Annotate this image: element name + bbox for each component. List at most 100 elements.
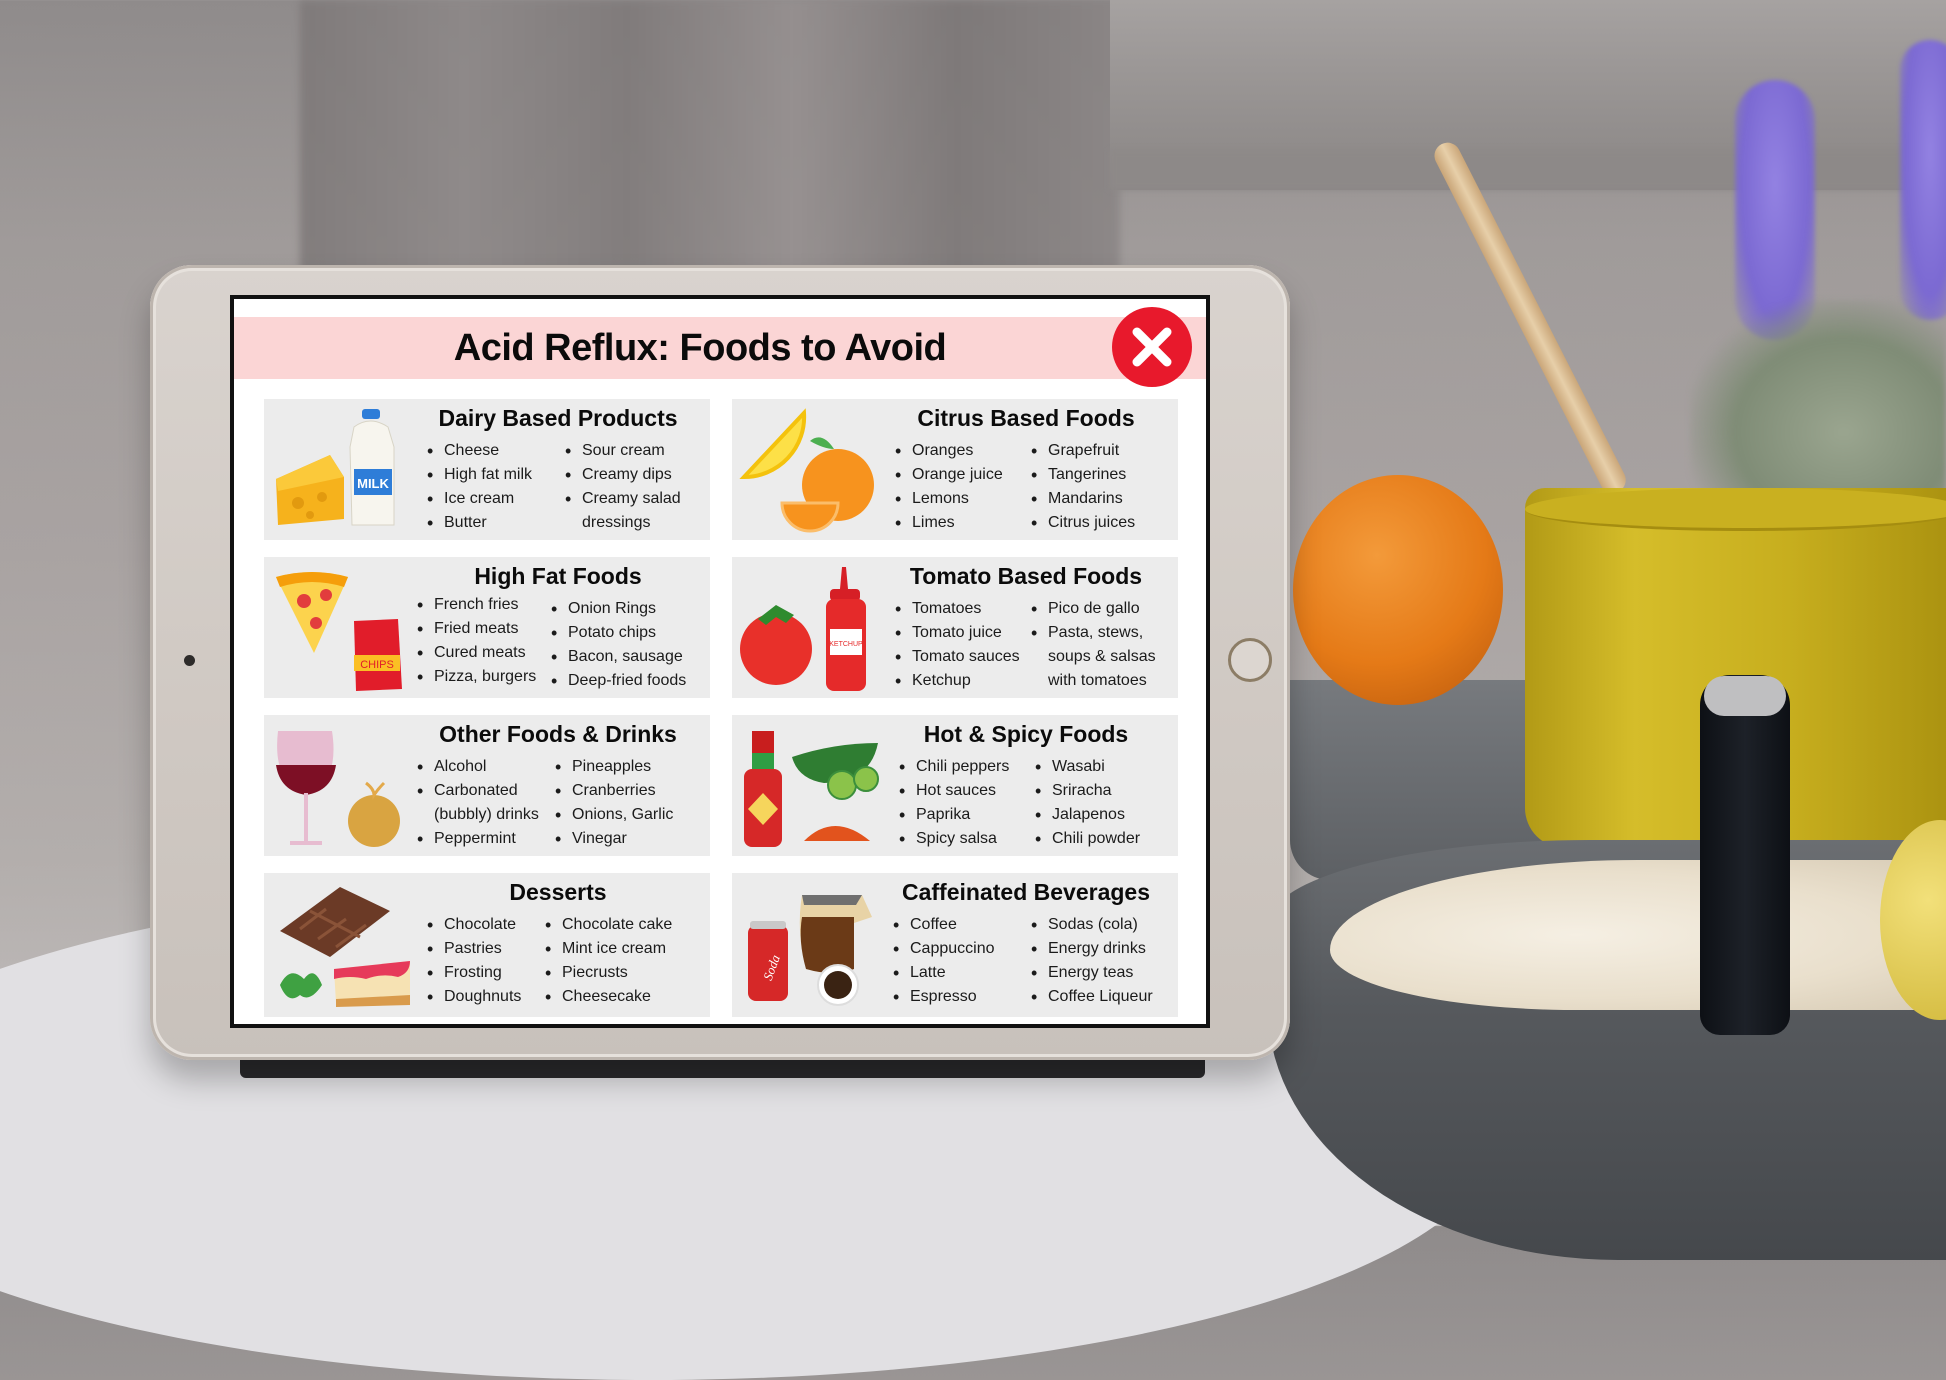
list-item: Tomato juice bbox=[892, 621, 1020, 645]
list-item: Onions, Garlic bbox=[552, 803, 673, 827]
chili-powder-icon bbox=[804, 826, 870, 841]
list-col2: Chocolate cake Mint ice cream Piecrusts … bbox=[542, 913, 672, 1009]
list-col2: Pico de gallo Pasta, stews, soups & sals… bbox=[1028, 597, 1156, 693]
list-item: Espresso bbox=[890, 985, 995, 1009]
list-col2: Onion Rings Potato chips Bacon, sausage … bbox=[548, 597, 686, 693]
list-item: Creamy dips bbox=[562, 463, 681, 487]
list-item: Chocolate cake bbox=[542, 913, 672, 937]
list-item: Latte bbox=[890, 961, 995, 985]
list-item: Spicy salsa bbox=[896, 827, 1009, 851]
section-caffeinated: Soda Caffeinated Beverages Coffee Cappuc… bbox=[732, 873, 1178, 1017]
page-title: Acid Reflux: Foods to Avoid bbox=[453, 326, 947, 369]
section-heading: High Fat Foods bbox=[474, 563, 642, 589]
list-item: Cheese bbox=[424, 439, 532, 463]
list-item: Onion Rings bbox=[548, 597, 686, 621]
list-item: Tomatoes bbox=[892, 597, 1020, 621]
list-item: Chili powder bbox=[1032, 827, 1140, 851]
home-button[interactable] bbox=[1228, 638, 1272, 682]
high-fat-illustration: CHIPS bbox=[276, 572, 402, 691]
svg-text:CHIPS: CHIPS bbox=[360, 659, 394, 671]
list-item: Sour cream bbox=[562, 439, 681, 463]
ketchup-bottle-icon: KETCHUP bbox=[826, 567, 866, 691]
mint-leaf-icon bbox=[280, 973, 322, 999]
wine-glass-icon bbox=[276, 731, 336, 845]
list-col2: Wasabi Sriracha Jalapenos Chili powder bbox=[1032, 755, 1140, 851]
section-tomato: KETCHUP Tomato Based Foods Tomatoes Toma… bbox=[732, 557, 1178, 698]
list-item: Coffee bbox=[890, 913, 995, 937]
list-item: Lemons bbox=[892, 487, 1003, 511]
list-item: Tomato sauces bbox=[892, 645, 1020, 669]
section-hot-spicy: Hot & Spicy Foods Chili peppers Hot sauc… bbox=[732, 715, 1178, 856]
list-col2: Sour cream Creamy dips Creamy salad dres… bbox=[562, 439, 681, 535]
list-item: Potato chips bbox=[548, 621, 686, 645]
tomato-illustration: KETCHUP bbox=[740, 567, 866, 691]
list-item: Creamy salad bbox=[562, 487, 681, 511]
list-item: Fried meats bbox=[414, 617, 536, 641]
cheese-icon bbox=[276, 455, 344, 525]
list-item: Hot sauces bbox=[896, 779, 1009, 803]
list-item: Frosting bbox=[424, 961, 521, 985]
spoon-cap bbox=[1704, 676, 1786, 716]
yellow-mug-rim bbox=[1525, 488, 1946, 531]
list-item: Limes bbox=[892, 511, 1003, 535]
list-item: French fries bbox=[414, 593, 536, 617]
list-item: Deep-fried foods bbox=[548, 669, 686, 693]
list-item: Doughnuts bbox=[424, 985, 521, 1009]
list-item: Butter bbox=[424, 511, 532, 535]
list-item: Ketchup bbox=[892, 669, 1020, 693]
list-item: Cappuccino bbox=[890, 937, 995, 961]
wooden-stick bbox=[1430, 138, 1631, 498]
list-item: Chili peppers bbox=[896, 755, 1009, 779]
section-heading: Tomato Based Foods bbox=[909, 563, 1143, 589]
list-item: Piecrusts bbox=[542, 961, 672, 985]
list-col1: Tomatoes Tomato juice Tomato sauces Ketc… bbox=[892, 597, 1020, 693]
svg-text:KETCHUP: KETCHUP bbox=[829, 641, 863, 648]
list-item: Mint ice cream bbox=[542, 937, 672, 961]
onion-icon bbox=[348, 781, 400, 847]
spoon-handle bbox=[1700, 675, 1790, 1035]
jalapeno-icon bbox=[792, 743, 879, 800]
caffeinated-illustration: Soda bbox=[748, 895, 872, 1006]
list-item: Wasabi bbox=[1032, 755, 1140, 779]
citrus-illustration bbox=[739, 408, 874, 533]
hot-sauce-bottle-icon bbox=[744, 731, 782, 847]
list-item: soups & salsas bbox=[1048, 648, 1156, 665]
background-window-sill bbox=[1110, 150, 1946, 190]
list-item: High fat milk bbox=[424, 463, 532, 487]
list-item: Peppermint bbox=[414, 827, 539, 851]
list-item: Cranberries bbox=[552, 779, 673, 803]
list-col1: Chocolate Pastries Frosting Doughnuts bbox=[424, 913, 521, 1009]
section-heading: Other Foods & Drinks bbox=[439, 721, 677, 747]
coffee-cup-icon bbox=[817, 964, 859, 1006]
list-col2: Pineapples Cranberries Onions, Garlic Vi… bbox=[552, 755, 673, 851]
list-item: Energy teas bbox=[1028, 961, 1153, 985]
list-item: Mandarins bbox=[1028, 487, 1135, 511]
header-band: Acid Reflux: Foods to Avoid bbox=[234, 317, 1206, 379]
section-high-fat: CHIPS High Fat Foods French fries Fried … bbox=[264, 557, 710, 698]
list-item: Cheesecake bbox=[542, 985, 672, 1009]
svg-text:MILK: MILK bbox=[357, 476, 389, 491]
list-item: Pasta, stews, bbox=[1028, 621, 1156, 645]
chocolate-bar-icon bbox=[280, 887, 390, 957]
list-item: Chocolate bbox=[424, 913, 521, 937]
list-col2: Grapefruit Tangerines Mandarins Citrus j… bbox=[1028, 439, 1135, 535]
section-desserts: Desserts Chocolate Pastries Frosting Dou… bbox=[264, 873, 710, 1017]
section-dairy: MILK Dairy Based Products Cheese High fa… bbox=[264, 399, 710, 540]
tomato-icon bbox=[740, 605, 812, 685]
list-col1: Cheese High fat milk Ice cream Butter bbox=[424, 439, 532, 535]
orange-fruit bbox=[1293, 475, 1503, 705]
list-item: Sriracha bbox=[1032, 779, 1140, 803]
list-item: Oranges bbox=[892, 439, 1003, 463]
list-item: dressings bbox=[582, 514, 651, 531]
lavender-flower bbox=[1900, 40, 1946, 320]
coffee-pot-icon bbox=[799, 895, 872, 973]
list-item: Citrus juices bbox=[1028, 511, 1135, 535]
list-item: Jalapenos bbox=[1032, 803, 1140, 827]
soda-can-icon: Soda bbox=[748, 921, 788, 1001]
lavender-leaves bbox=[1690, 300, 1946, 520]
section-heading: Citrus Based Foods bbox=[917, 405, 1135, 431]
list-item: with tomatoes bbox=[1048, 672, 1147, 689]
list-col1: Chili peppers Hot sauces Paprika Spicy s… bbox=[896, 755, 1009, 851]
list-item: Sodas (cola) bbox=[1028, 913, 1153, 937]
list-item: Pico de gallo bbox=[1028, 597, 1156, 621]
